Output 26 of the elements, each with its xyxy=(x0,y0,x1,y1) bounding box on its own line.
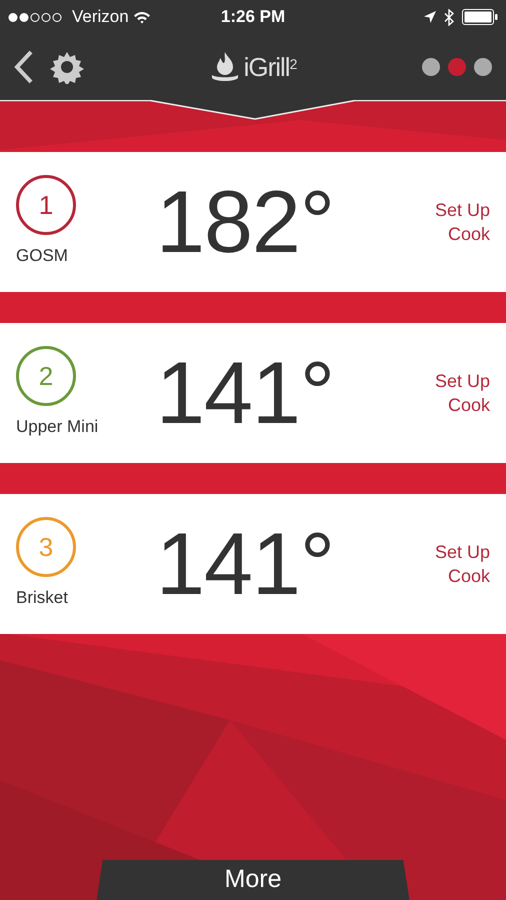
temperature-reading: 141° xyxy=(156,343,334,442)
page-dot[interactable] xyxy=(474,58,492,76)
bluetooth-icon xyxy=(444,8,454,26)
probe-name: GOSM xyxy=(16,245,68,268)
page-dot[interactable] xyxy=(448,58,466,76)
carrier-name: Verizon xyxy=(72,6,129,28)
back-chevron-icon[interactable] xyxy=(14,50,34,84)
probe-name: Brisket xyxy=(16,587,68,610)
probe-number: 2 xyxy=(16,346,76,406)
page-dot[interactable] xyxy=(422,58,440,76)
temperature-reading: 182° xyxy=(156,172,334,271)
battery-icon xyxy=(462,9,498,25)
clock-time: 1:26 PM xyxy=(220,7,286,26)
set-up-cook-link[interactable]: Set Up Cook xyxy=(424,198,490,246)
flame-icon xyxy=(210,51,240,83)
set-up-cook-link[interactable]: Set Up Cook xyxy=(424,368,490,418)
set-up-cook-link[interactable]: Set Up Cook xyxy=(424,540,490,588)
probe-number: 1 xyxy=(16,175,76,236)
wifi-icon xyxy=(132,10,151,24)
probe-number: 3 xyxy=(16,517,76,578)
app-logo-text: iGrill$^{2}$ xyxy=(244,50,296,84)
settings-icon[interactable] xyxy=(50,50,84,84)
probe-name: Upper Mini xyxy=(16,416,98,438)
location-arrow-icon xyxy=(424,11,436,23)
more-button[interactable]: More xyxy=(96,860,410,900)
temperature-reading: 141° xyxy=(156,514,334,613)
